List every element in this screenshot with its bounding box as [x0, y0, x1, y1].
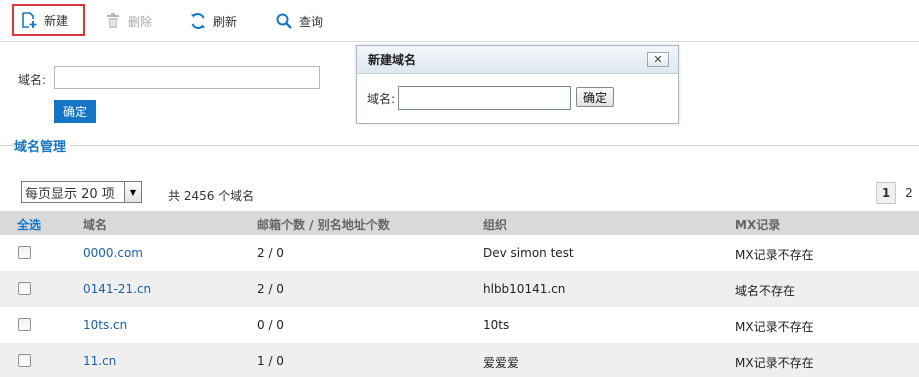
- refresh-icon: [189, 12, 207, 30]
- query-button[interactable]: 查询: [275, 7, 323, 35]
- page-size-value: 每页显示 20 项: [25, 186, 115, 202]
- row-checkbox[interactable]: [18, 318, 31, 331]
- refresh-button-label: 刷新: [213, 14, 238, 29]
- counts-cell: 0 / 0: [257, 318, 284, 332]
- domain-filter-label: 域名:: [18, 73, 47, 87]
- row-checkbox[interactable]: [18, 282, 31, 295]
- dialog-domain-input[interactable]: [398, 86, 571, 110]
- dropdown-arrow-icon[interactable]: ▼: [124, 182, 141, 202]
- select-all-link[interactable]: 全选: [17, 216, 41, 233]
- page-2-button[interactable]: 2: [903, 182, 915, 204]
- mx-cell: MX记录不存在: [735, 356, 814, 370]
- close-icon: ✕: [653, 53, 663, 66]
- mx-cell: 域名不存在: [735, 284, 796, 298]
- search-icon: [275, 12, 293, 30]
- column-header-domain: 域名: [83, 218, 108, 232]
- dialog-close-button[interactable]: ✕: [647, 52, 669, 67]
- query-button-label: 查询: [299, 14, 324, 29]
- column-header-mx: MX记录: [735, 218, 781, 232]
- column-header-org: 组织: [483, 218, 508, 232]
- dialog-confirm-button[interactable]: 确定: [576, 87, 614, 107]
- total-count-text: 共 2456 个域名: [168, 189, 255, 203]
- column-header-counts: 邮箱个数 / 别名地址个数: [257, 218, 390, 232]
- refresh-button[interactable]: 刷新: [189, 7, 237, 35]
- org-cell: 爱爱爱: [483, 356, 520, 370]
- new-document-icon: [20, 11, 38, 29]
- domain-link[interactable]: 11.cn: [83, 354, 116, 368]
- row-checkbox[interactable]: [18, 354, 31, 367]
- mx-cell: MX记录不存在: [735, 248, 814, 262]
- dialog-domain-label: 域名:: [367, 92, 396, 106]
- org-cell: Dev simon test: [483, 246, 574, 260]
- table-row: 10ts.cn 0 / 0 10ts MX记录不存在: [0, 307, 919, 343]
- dialog-title: 新建域名: [368, 53, 417, 67]
- counts-cell: 2 / 0: [257, 246, 284, 260]
- org-cell: 10ts: [483, 318, 510, 332]
- table-row: 11.cn 1 / 0 爱爱爱 MX记录不存在: [0, 343, 919, 377]
- section-title: 域名管理: [14, 136, 71, 155]
- counts-cell: 1 / 0: [257, 354, 284, 368]
- row-checkbox[interactable]: [18, 246, 31, 259]
- section-divider: [0, 145, 919, 146]
- domain-link[interactable]: 10ts.cn: [83, 318, 127, 332]
- new-button-label: 新建: [44, 13, 69, 28]
- new-domain-dialog: 新建域名 ✕ 域名: 确定: [356, 45, 679, 124]
- toolbar: 新建 删除 刷新 查询: [0, 0, 919, 42]
- new-button[interactable]: 新建: [12, 4, 85, 36]
- domain-link[interactable]: 0141-21.cn: [83, 282, 151, 296]
- domain-filter-input[interactable]: [54, 66, 320, 89]
- delete-button-label: 删除: [128, 14, 153, 29]
- table-row: 0141-21.cn 2 / 0 hlbb10141.cn 域名不存在: [0, 271, 919, 307]
- org-cell: hlbb10141.cn: [483, 282, 566, 296]
- table-header: 全选 域名 邮箱个数 / 别名地址个数 组织 MX记录: [0, 211, 919, 235]
- domain-link[interactable]: 0000.com: [83, 246, 143, 260]
- filter-confirm-button[interactable]: 确定: [54, 100, 96, 123]
- table-row: 0000.com 2 / 0 Dev simon test MX记录不存在: [0, 235, 919, 271]
- dialog-header: 新建域名 ✕: [357, 46, 678, 74]
- delete-button[interactable]: 删除: [104, 7, 152, 35]
- page-1-button[interactable]: 1: [876, 182, 896, 204]
- page-size-select[interactable]: 每页显示 20 项 ▼: [21, 181, 142, 203]
- counts-cell: 2 / 0: [257, 282, 284, 296]
- trash-icon: [104, 12, 122, 30]
- mx-cell: MX记录不存在: [735, 320, 814, 334]
